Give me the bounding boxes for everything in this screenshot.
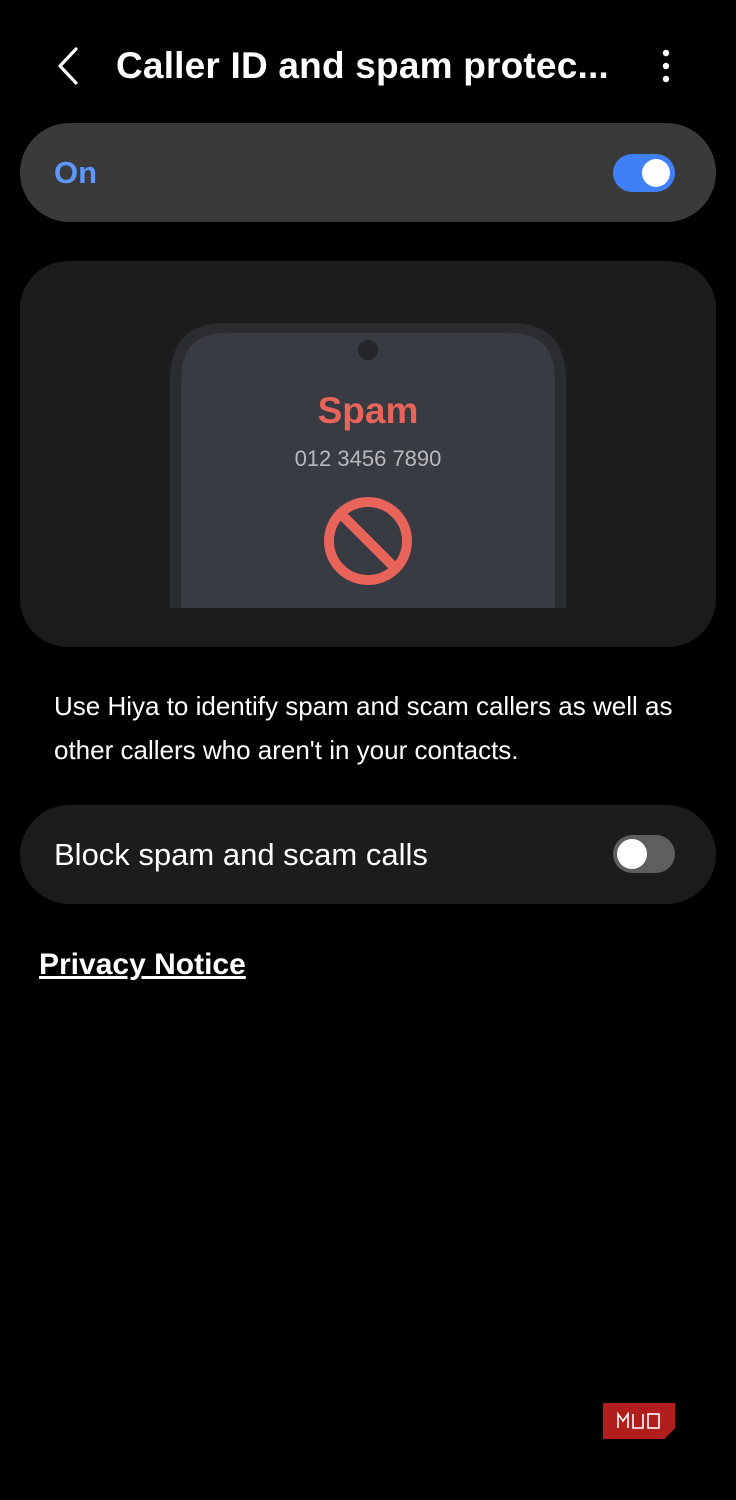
back-button[interactable] — [44, 40, 92, 92]
toggle-knob — [642, 159, 670, 187]
illustration-card: Spam 012 3456 7890 — [20, 261, 716, 647]
master-switch-bar[interactable]: On — [20, 123, 716, 222]
muo-watermark-logo — [603, 1403, 675, 1439]
page-title: Caller ID and spam protec... — [116, 45, 609, 86]
spam-caller-label: Spam — [318, 390, 419, 431]
block-spam-toggle[interactable] — [613, 835, 675, 873]
caller-phone-number: 012 3456 7890 — [295, 446, 442, 471]
camera-hole — [358, 340, 378, 360]
more-vertical-icon — [662, 49, 670, 83]
phone-illustration: Spam 012 3456 7890 — [170, 323, 566, 608]
privacy-notice-link[interactable]: Privacy Notice — [39, 944, 246, 986]
more-options-button[interactable] — [642, 42, 690, 90]
feature-description: Use Hiya to identify spam and scam calle… — [54, 691, 673, 765]
block-spam-setting[interactable]: Block spam and scam calls — [20, 805, 716, 904]
master-toggle-switch[interactable] — [613, 154, 675, 192]
toggle-knob — [617, 839, 647, 869]
app-bar: Caller ID and spam protec... — [0, 0, 736, 130]
chevron-left-icon — [58, 47, 78, 85]
block-spam-label: Block spam and scam calls — [54, 837, 428, 872]
master-switch-label: On — [54, 155, 98, 190]
